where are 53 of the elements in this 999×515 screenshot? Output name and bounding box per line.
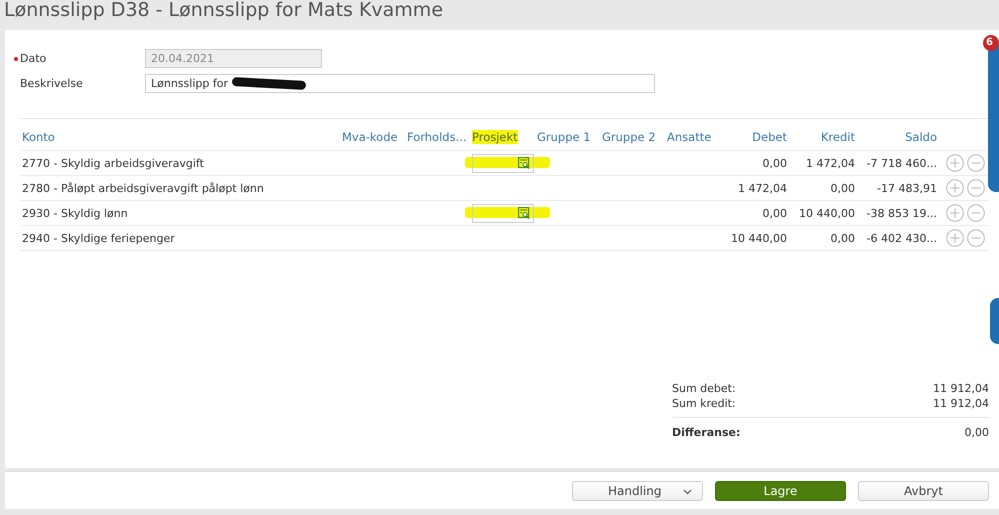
column-header[interactable]: Prosjekt: [472, 130, 518, 144]
total-value: 0,00: [964, 425, 989, 440]
save-button[interactable]: Lagre: [715, 480, 846, 500]
field-label: Beskrivelse: [20, 77, 84, 90]
column-header[interactable]: Gruppe 1: [537, 130, 591, 144]
table-cell: 0,00: [762, 156, 787, 170]
remove-icon[interactable]: [967, 179, 985, 197]
column-header[interactable]: Kredit: [820, 130, 855, 144]
field-label: Dato: [20, 52, 48, 65]
column-header[interactable]: Mva-kode: [342, 130, 398, 144]
table-cell: -38 853 19...: [866, 206, 937, 220]
remove-icon[interactable]: [967, 154, 985, 172]
table-cell: 2930 - Skyldig lønn: [22, 206, 128, 220]
total-label: Sum debet:: [672, 381, 736, 396]
table-cell: 1 472,04: [806, 156, 855, 170]
column-header[interactable]: Forholds...: [407, 130, 467, 144]
side-panel-tab[interactable]: [990, 298, 999, 344]
total-value: 11 912,04: [933, 381, 989, 396]
add-icon[interactable]: [946, 204, 964, 222]
table-cell: 10 440,00: [799, 206, 855, 220]
column-header[interactable]: Saldo: [905, 130, 937, 144]
table-cell: 0,00: [830, 232, 855, 244]
project-field[interactable]: [472, 154, 534, 172]
remove-icon[interactable]: [967, 204, 985, 222]
add-icon[interactable]: [946, 179, 964, 197]
remove-icon[interactable]: [967, 229, 985, 247]
total-label: Sum kredit:: [672, 396, 736, 411]
total-label: Differanse:: [672, 425, 740, 440]
project-field[interactable]: [472, 204, 534, 222]
table-cell: 2770 - Skyldig arbeidsgiveravgift: [22, 156, 204, 170]
table-cell: 2780 - Påløpt arbeidsgiveravgift påløpt lønn: [22, 182, 264, 194]
table-cell: -7 718 460...: [866, 156, 937, 170]
column-header[interactable]: Konto: [22, 130, 55, 144]
lookup-icon[interactable]: [518, 157, 530, 169]
table-cell: 2940 - Skyldige feriepenger: [22, 232, 175, 244]
table-cell: -17 483,91: [877, 182, 937, 194]
add-icon[interactable]: [946, 229, 964, 247]
action-dropdown[interactable]: Handling: [572, 480, 703, 500]
caret-icon: [683, 488, 692, 494]
table-cell: 0,00: [762, 206, 787, 220]
column-header[interactable]: Ansatte: [667, 130, 712, 144]
column-header[interactable]: Debet: [752, 130, 787, 144]
add-icon[interactable]: [946, 154, 964, 172]
table-cell: 1 472,04: [738, 182, 787, 194]
window-title: Lønnsslipp D38 - Lønnsslipp for Mats Kvamme: [3, 0, 444, 23]
cancel-button[interactable]: Avbryt: [858, 480, 989, 500]
description-field[interactable]: Lønnsslipp for: [145, 74, 655, 93]
table-cell: 0,00: [830, 182, 855, 194]
table-cell: -6 402 430...: [866, 232, 937, 244]
table-cell: 10 440,00: [731, 232, 787, 244]
lookup-icon[interactable]: [518, 207, 530, 219]
total-value: 11 912,04: [933, 396, 989, 411]
column-header[interactable]: Gruppe 2: [602, 130, 656, 144]
